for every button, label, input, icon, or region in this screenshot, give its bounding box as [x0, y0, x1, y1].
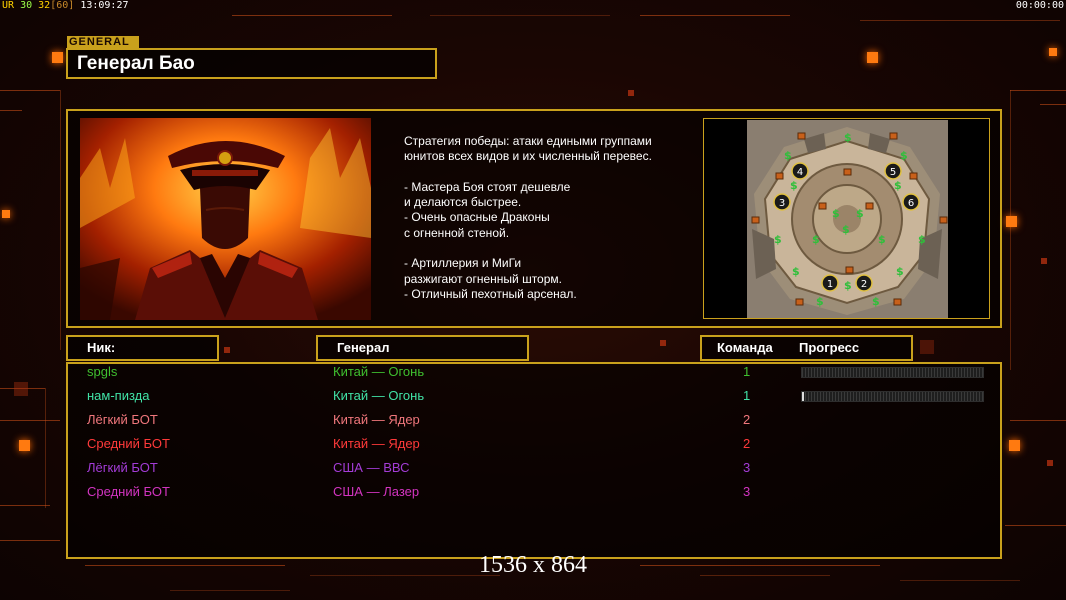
player-progress-bar [801, 367, 984, 378]
fps-limit: [60] [50, 0, 75, 11]
fps-value: 30 [20, 0, 33, 11]
player-general[interactable]: США — Лазер [333, 482, 419, 502]
svg-text:$: $ [878, 233, 886, 246]
player-row[interactable]: Лёгкий БОТ США — ВВС 3 [0, 458, 1066, 482]
start-position-3[interactable]: 3 [773, 193, 791, 211]
player-general[interactable]: Китай — Ядер [333, 434, 420, 454]
svg-text:1: 1 [827, 279, 833, 290]
general-name: Генерал Бао [77, 53, 195, 74]
player-general[interactable]: Китай — Огонь [333, 362, 424, 382]
fps-counter: UR 30 32[60] 13:09:27 [2, 0, 129, 12]
system-clock: 13:09:27 [80, 0, 129, 11]
top-status-bar: UR 30 32[60] 13:09:27 00:00:00 [0, 0, 1066, 14]
column-header-general: Генерал [316, 335, 529, 361]
svg-text:$: $ [812, 233, 820, 246]
player-row[interactable]: spgls Китай — Огонь 1 [0, 362, 1066, 386]
player-general[interactable]: Китай — Огонь [333, 386, 424, 406]
start-position-2[interactable]: 2 [855, 274, 873, 292]
start-position-4[interactable]: 4 [791, 162, 809, 180]
player-nick: Лёгкий БОТ [87, 460, 158, 475]
svg-text:$: $ [844, 131, 852, 144]
column-nick-label: Ник: [87, 340, 116, 355]
svg-text:$: $ [832, 207, 840, 220]
player-nick: Средний БОТ [87, 484, 170, 499]
general-tag: GENERAL [67, 36, 139, 48]
svg-text:$: $ [774, 233, 782, 246]
player-row[interactable]: Лёгкий БОТ Китай — Ядер 2 [0, 410, 1066, 434]
player-row[interactable]: нам-пизда Китай — Огонь 1 [0, 386, 1066, 410]
column-general-label: Генерал [337, 340, 390, 355]
svg-text:$: $ [896, 265, 904, 278]
svg-text:4: 4 [797, 167, 803, 178]
game-timer: 00:00:00 [1015, 0, 1064, 11]
player-row[interactable]: Средний БОТ Китай — Ядер 2 [0, 434, 1066, 458]
column-progress-label: Прогресс [799, 340, 860, 355]
player-nick: Лёгкий БОТ [87, 412, 158, 427]
start-position-5[interactable]: 5 [884, 162, 902, 180]
svg-text:$: $ [894, 179, 902, 192]
start-position-1[interactable]: 1 [821, 274, 839, 292]
svg-text:$: $ [792, 265, 800, 278]
player-general[interactable]: Китай — Ядер [333, 410, 420, 430]
player-team[interactable]: 2 [743, 410, 750, 430]
svg-text:$: $ [900, 149, 908, 162]
ur-label: UR [2, 0, 15, 11]
player-team[interactable]: 3 [743, 482, 750, 502]
general-portrait [80, 118, 371, 320]
column-team-label: Команда [717, 340, 773, 355]
svg-text:$: $ [790, 179, 798, 192]
player-team[interactable]: 1 [743, 386, 750, 406]
player-row[interactable]: Средний БОТ США — Лазер 3 [0, 482, 1066, 506]
description-text: Стратегия победы: атаки едиными группами… [404, 134, 652, 301]
column-header-nick: Ник: [66, 335, 219, 361]
player-nick: spgls [87, 364, 118, 379]
svg-text:$: $ [816, 295, 824, 308]
start-position-6[interactable]: 6 [902, 193, 920, 211]
column-header-team-progress: Команда Прогресс [700, 335, 913, 361]
player-nick: Средний БОТ [87, 436, 170, 451]
player-team[interactable]: 2 [743, 434, 750, 454]
svg-text:$: $ [856, 207, 864, 220]
svg-text:$: $ [872, 295, 880, 308]
svg-text:$: $ [842, 223, 850, 236]
svg-text:$: $ [918, 233, 926, 246]
svg-text:2: 2 [861, 279, 867, 290]
player-progress-fill [802, 392, 804, 401]
svg-text:6: 6 [908, 198, 914, 209]
svg-text:$: $ [784, 149, 792, 162]
svg-text:$: $ [844, 279, 852, 292]
svg-text:5: 5 [890, 167, 896, 178]
fps-value-secondary: 32 [38, 0, 51, 11]
svg-text:3: 3 [779, 198, 785, 209]
general-description: Стратегия победы: атаки едиными группами… [404, 134, 694, 302]
map-preview[interactable]: $ $ $ $ $ $ $ $ $ $ $ $ $ $ $ $ $ 1 2 3 4 5 6 [703, 118, 990, 319]
player-nick: нам-пизда [87, 388, 150, 403]
player-progress-bar [801, 391, 984, 402]
player-team[interactable]: 3 [743, 458, 750, 478]
player-team[interactable]: 1 [743, 362, 750, 382]
player-general[interactable]: США — ВВС [333, 458, 410, 478]
general-title-box: Генерал Бао [66, 48, 437, 79]
resolution-label: 1536 x 864 [479, 552, 587, 578]
